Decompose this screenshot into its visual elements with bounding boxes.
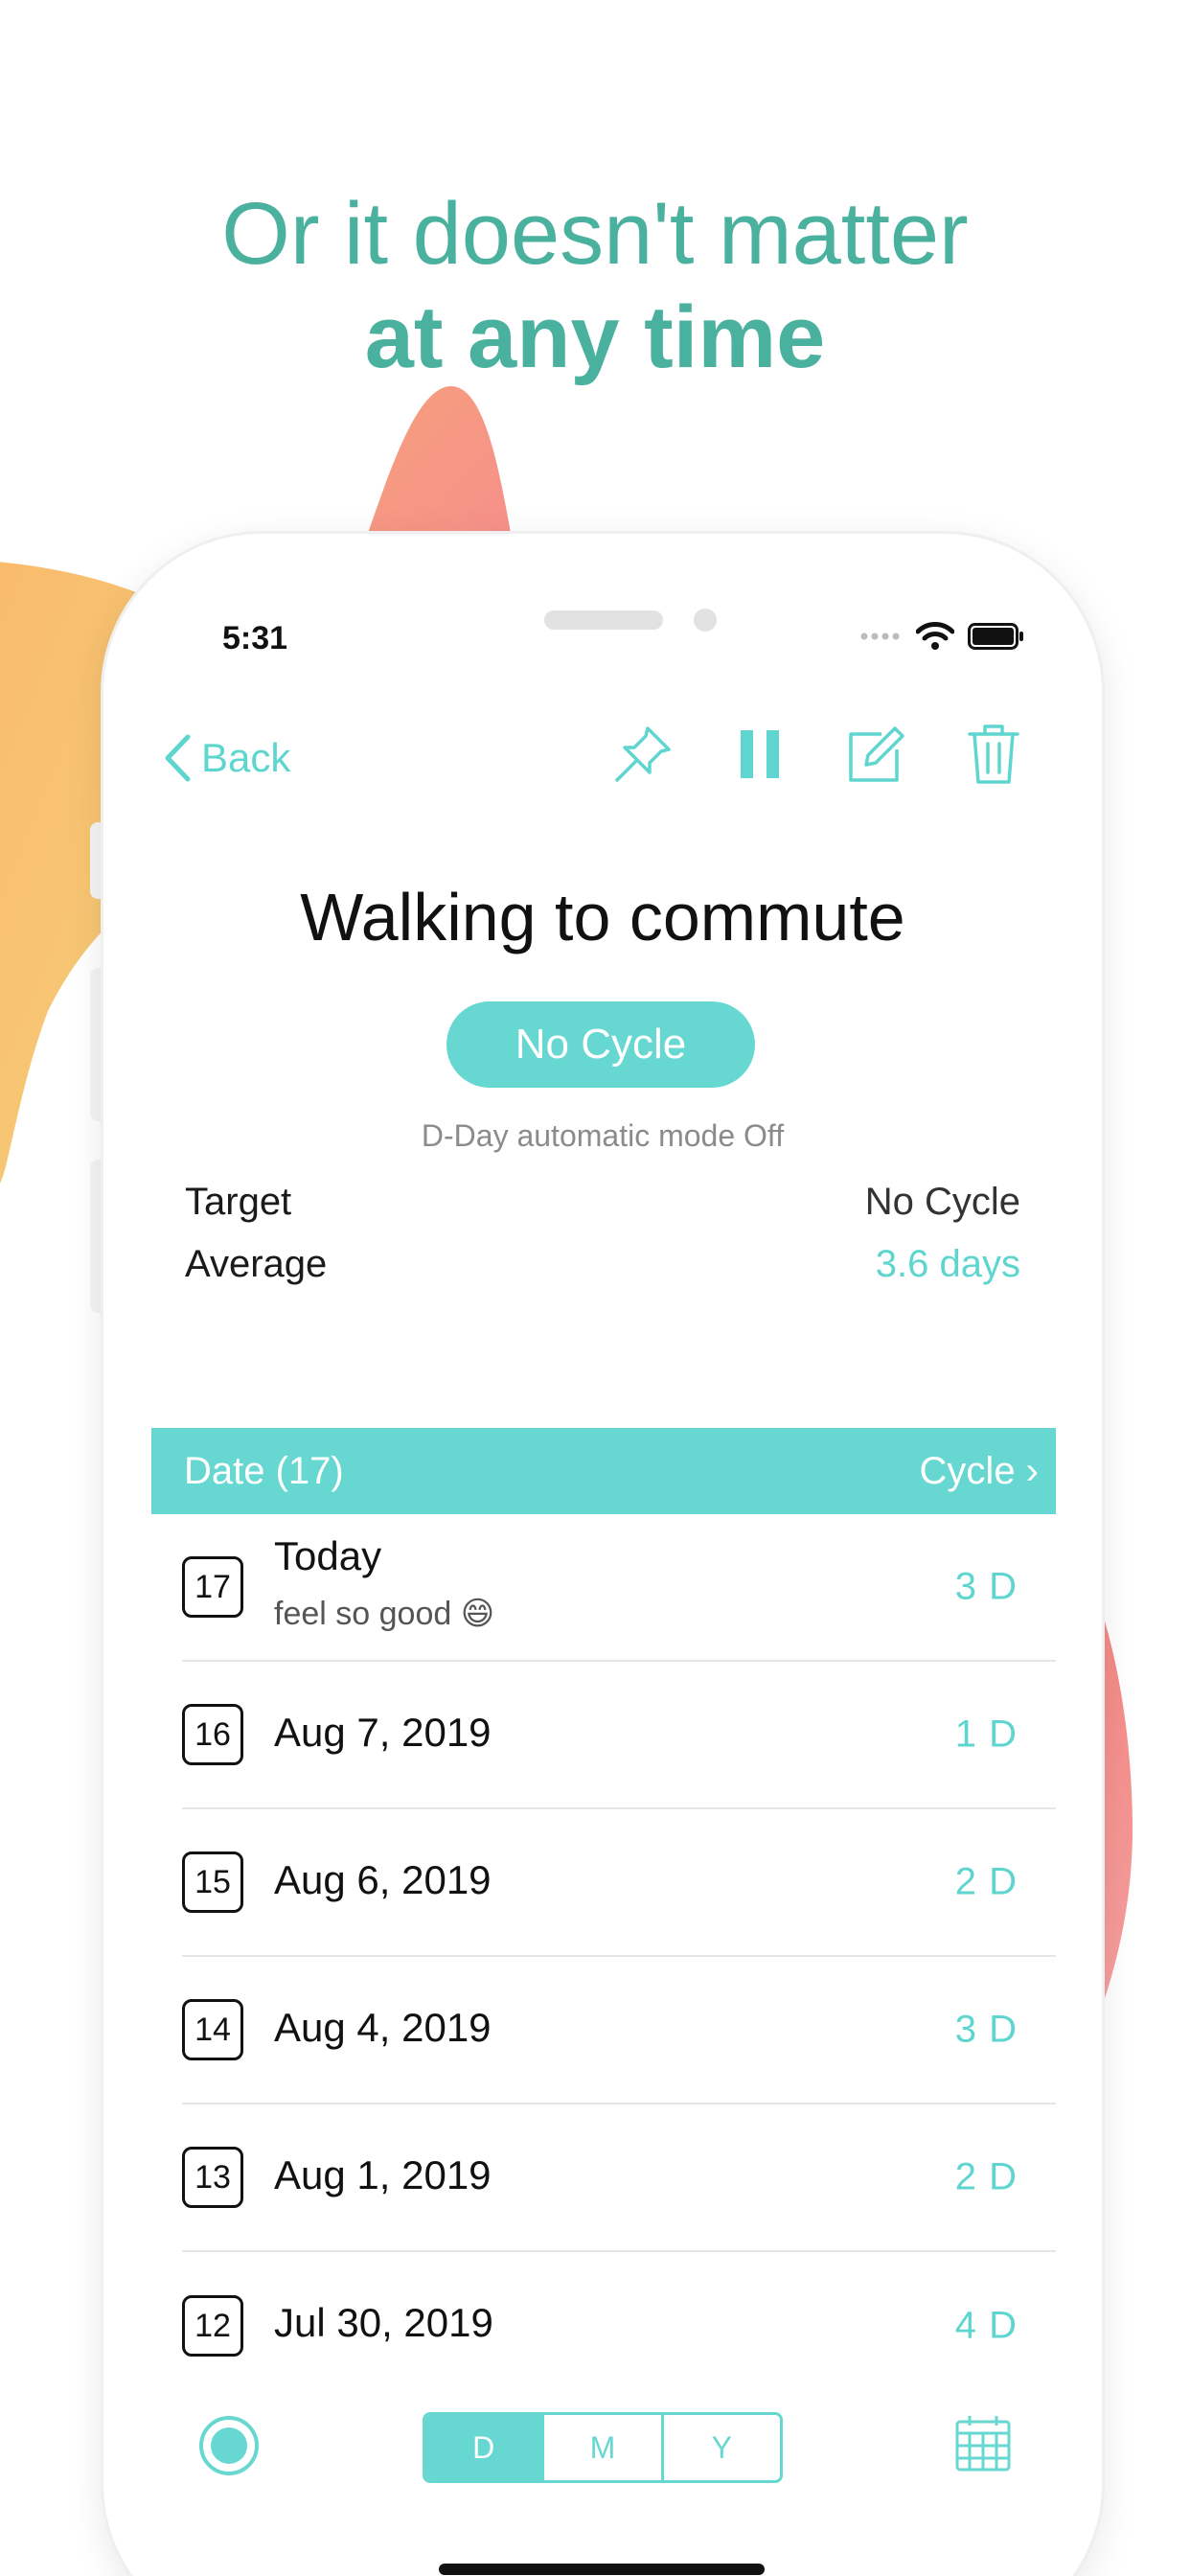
segment-year[interactable]: Y xyxy=(664,2415,780,2480)
entry-cycle: 1 D xyxy=(954,1713,1018,1756)
stat-value: No Cycle xyxy=(864,1181,1020,1223)
segment-day[interactable]: D xyxy=(425,2415,545,2480)
period-segmented-control: D M Y xyxy=(423,2412,783,2483)
bottom-toolbar: D M Y xyxy=(103,2393,1102,2508)
entry-date: Today xyxy=(274,1533,382,1578)
cycle-pill-button[interactable]: No Cycle xyxy=(446,1001,755,1088)
list-item[interactable]: 16 Aug 7, 2019 1 D xyxy=(182,1662,1056,1809)
entry-number-badge: 12 xyxy=(182,2295,243,2357)
stat-row-target: Target No Cycle xyxy=(185,1181,1020,1224)
phone-frame: 5:31 Back Walking to commute No Cycle D-… xyxy=(103,534,1102,2576)
calendar-icon xyxy=(955,2416,1011,2472)
entry-cycle: 3 D xyxy=(954,1565,1018,1608)
list-item[interactable]: 13 Aug 1, 2019 2 D xyxy=(182,2104,1056,2252)
entry-number-badge: 13 xyxy=(182,2147,243,2208)
entry-date: Aug 7, 2019 xyxy=(274,1710,492,1755)
pause-icon xyxy=(741,730,779,778)
stat-value: 3.6 days xyxy=(875,1243,1020,1285)
entry-cycle: 3 D xyxy=(954,2008,1018,2051)
entry-cycle: 2 D xyxy=(954,2155,1018,2198)
calendar-button[interactable] xyxy=(954,2414,1012,2473)
edit-icon xyxy=(849,726,904,782)
stat-row-average: Average 3.6 days xyxy=(185,1243,1020,1286)
segment-month[interactable]: M xyxy=(544,2415,664,2480)
entry-date: Aug 4, 2019 xyxy=(274,2005,492,2050)
status-time: 5:31 xyxy=(222,620,288,656)
list-item[interactable]: 17 Today feel so good 😄 3 D xyxy=(182,1514,1056,1662)
pin-icon xyxy=(615,726,671,782)
speaker-grille xyxy=(544,610,663,630)
list-item[interactable]: 14 Aug 4, 2019 3 D xyxy=(182,1957,1056,2104)
history-list: 17 Today feel so good 😄 3 D 16 Aug 7, 20… xyxy=(151,1514,1056,2400)
edit-button[interactable] xyxy=(843,721,910,788)
entry-cycle: 4 D xyxy=(954,2304,1018,2347)
status-bar: 5:31 xyxy=(103,534,1102,656)
back-button[interactable]: Back xyxy=(163,733,290,783)
record-button[interactable] xyxy=(197,2414,261,2477)
pin-button[interactable] xyxy=(609,721,676,788)
entry-number-badge: 16 xyxy=(182,1704,243,1765)
dday-mode-note: D-Day automatic mode Off xyxy=(421,1118,785,1153)
battery-icon xyxy=(968,623,1023,650)
entry-number-badge: 15 xyxy=(182,1852,243,1913)
date-column-header: Date (17) xyxy=(184,1449,344,1492)
chevron-left-icon xyxy=(165,734,191,782)
headline-line-2: at any time xyxy=(364,288,826,386)
entry-cycle: 2 D xyxy=(954,1860,1018,1903)
entry-date: Aug 1, 2019 xyxy=(274,2152,492,2197)
back-label: Back xyxy=(201,735,291,780)
stat-label: Target xyxy=(185,1181,292,1223)
entry-number-badge: 17 xyxy=(182,1556,243,1618)
entry-number-badge: 14 xyxy=(182,1999,243,2060)
list-item[interactable]: 12 Jul 30, 2019 4 D xyxy=(182,2252,1056,2400)
headline-line-1: Or it doesn't matter xyxy=(221,185,969,283)
entry-date: Jul 30, 2019 xyxy=(274,2300,493,2345)
home-indicator xyxy=(439,2564,765,2575)
delete-button[interactable] xyxy=(960,721,1027,788)
record-icon xyxy=(199,2416,259,2475)
entry-date: Aug 6, 2019 xyxy=(274,1857,492,1902)
pause-button[interactable] xyxy=(726,721,793,788)
cycle-column-header[interactable]: Cycle › xyxy=(920,1450,1039,1493)
list-item[interactable]: 15 Aug 6, 2019 2 D xyxy=(182,1809,1056,1957)
promo-headline: Or it doesn't matter at any time xyxy=(0,182,1190,389)
history-table-header: Date (17) Cycle › xyxy=(151,1428,1056,1514)
status-icons xyxy=(860,622,1025,651)
entry-note: feel so good 😄 xyxy=(274,1596,495,1632)
wifi-icon xyxy=(916,622,954,650)
front-camera xyxy=(694,609,717,632)
nav-actions xyxy=(609,721,1027,788)
trash-icon xyxy=(968,724,1019,784)
page-title: Walking to commute xyxy=(300,880,905,954)
signal-icon xyxy=(860,632,900,640)
navigation-bar: Back xyxy=(103,706,1102,802)
stat-label: Average xyxy=(185,1243,328,1285)
